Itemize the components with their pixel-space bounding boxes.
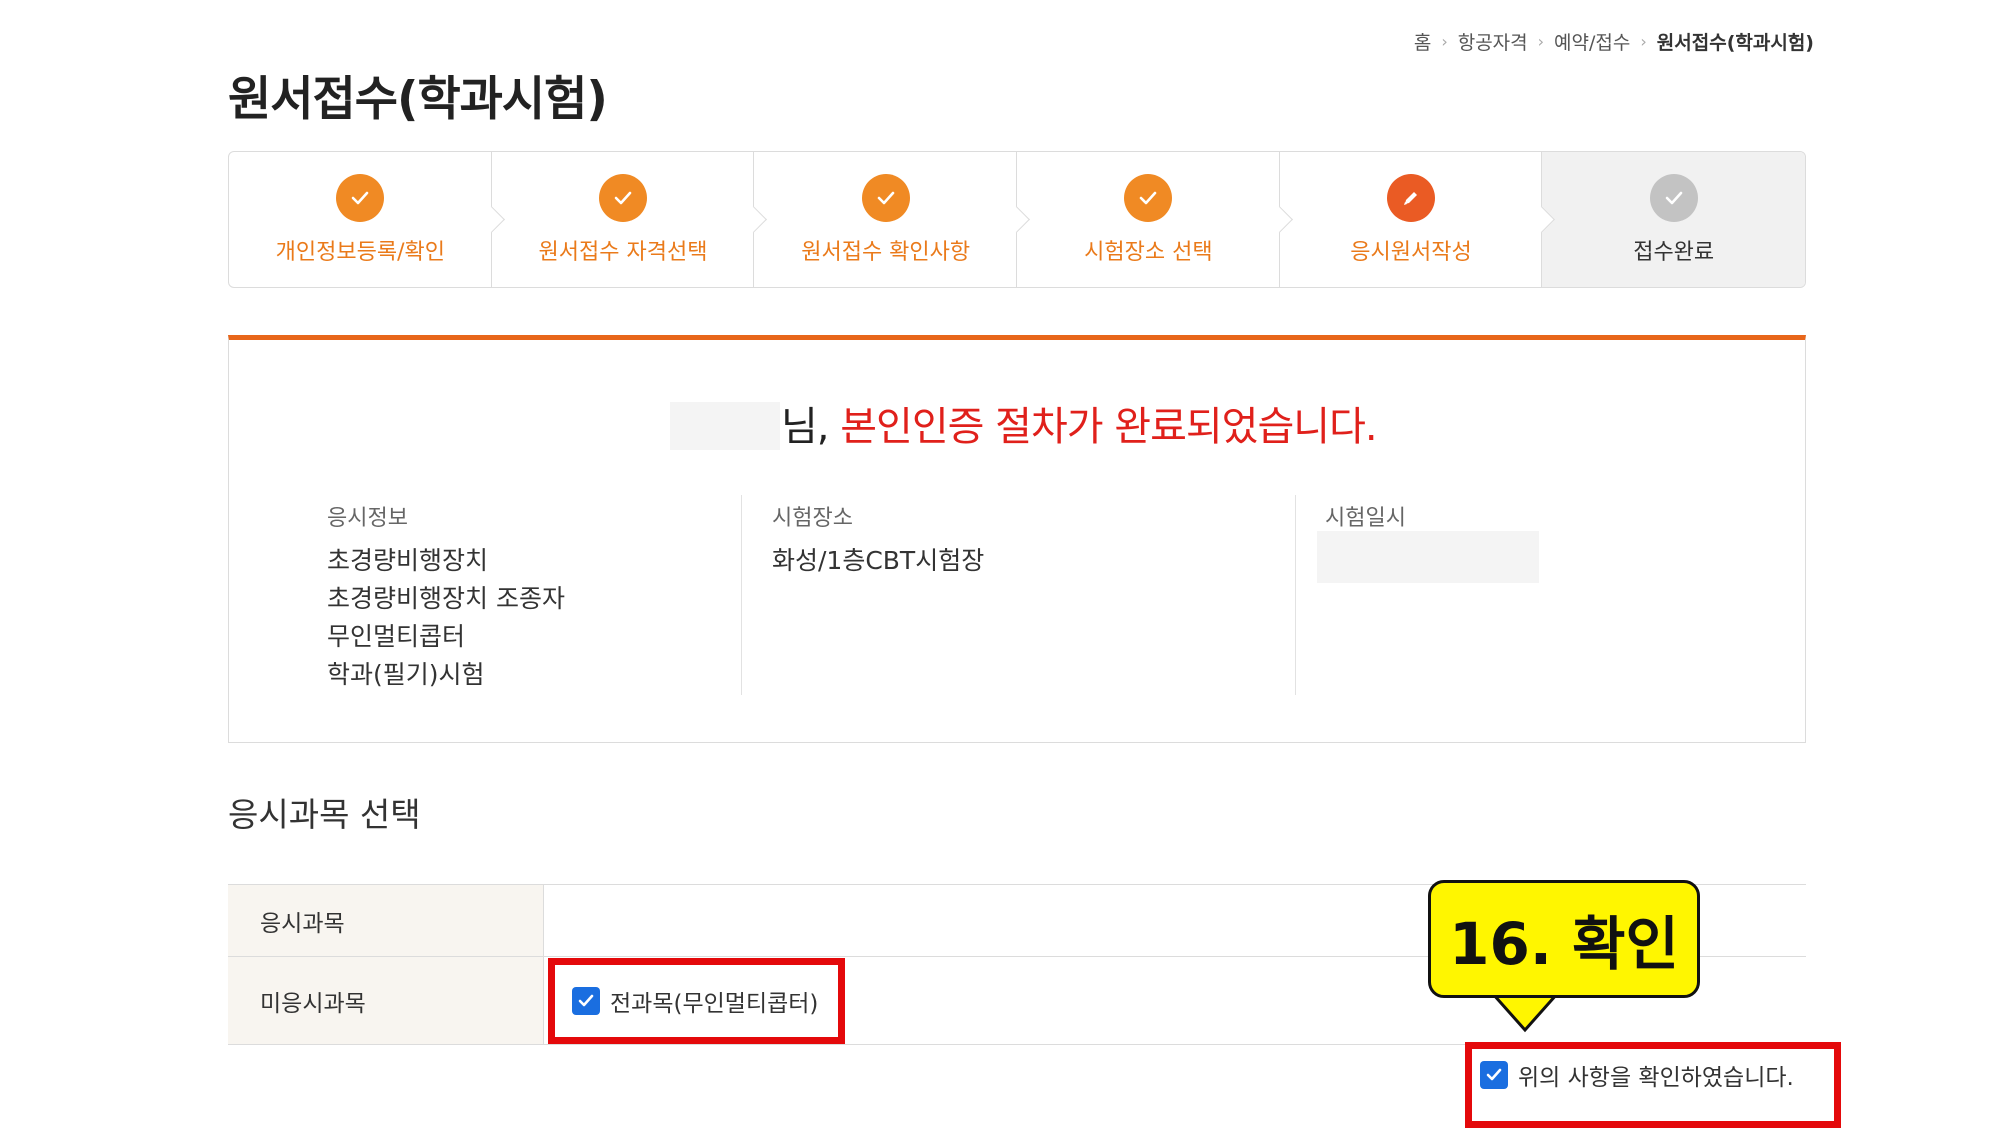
step-label: 원서접수 확인사항 xyxy=(801,239,971,265)
breadcrumb: 홈 › 항공자격 › 예약/접수 › 원서접수(학과시험) xyxy=(1414,28,1814,55)
exam-info-label: 응시정보 xyxy=(327,506,408,531)
column-divider xyxy=(741,495,742,695)
check-icon xyxy=(599,173,647,222)
section-title: 응시과목 선택 xyxy=(228,795,421,834)
page-title: 원서접수(학과시험) xyxy=(228,72,608,127)
headline-message: 본인인증 절차가 완료되었습니다. xyxy=(840,404,1377,450)
check-icon xyxy=(336,173,385,222)
breadcrumb-aviation-qualification[interactable]: 항공자격 xyxy=(1458,28,1528,55)
exam-info-line: 초경량비행장치 xyxy=(327,546,489,575)
step-label: 응시원서작성 xyxy=(1350,239,1472,265)
step-qualification-select: 원서접수 자격선택 xyxy=(492,152,768,287)
user-name-redacted xyxy=(670,402,780,450)
verification-info-panel: 님, 본인인증 절차가 완료되었습니다. 응시정보 초경량비행장치 초경량비행장… xyxy=(228,335,1806,743)
highlight-box xyxy=(548,958,845,1044)
exam-datetime-label: 시험일시 xyxy=(1325,506,1406,531)
step-complete: 접수완료 xyxy=(1542,152,1805,287)
exam-place-label: 시험장소 xyxy=(772,506,853,531)
breadcrumb-reservation[interactable]: 예약/접수 xyxy=(1554,28,1630,55)
exam-info-line: 초경량비행장치 조종자 xyxy=(327,584,565,613)
exam-datetime-redacted xyxy=(1317,531,1539,583)
exam-info-column: 응시정보 초경량비행장치 초경량비행장치 조종자 무인멀티콥터 학과(필기)시험 xyxy=(327,500,565,694)
step-confirm-items: 원서접수 확인사항 xyxy=(754,152,1030,287)
headline-name-suffix: 님, xyxy=(781,404,830,450)
step-application-form: 응시원서작성 xyxy=(1280,152,1556,287)
exam-info-line: 학과(필기)시험 xyxy=(327,660,485,689)
check-icon xyxy=(861,173,910,222)
row-header: 미응시과목 xyxy=(228,957,544,1044)
highlight-box xyxy=(1465,1042,1841,1128)
step-label: 접수완료 xyxy=(1633,239,1715,265)
breadcrumb-current: 원서접수(학과시험) xyxy=(1656,32,1814,54)
column-divider xyxy=(1295,495,1296,695)
exam-place-value: 화성/1층CBT시험장 xyxy=(772,546,985,575)
exam-place-column: 시험장소 화성/1층CBT시험장 xyxy=(772,500,984,580)
callout-pointer xyxy=(1491,994,1559,1033)
row-header: 응시과목 xyxy=(228,885,544,956)
breadcrumb-separator-icon: › xyxy=(1640,32,1647,51)
step-exam-place: 시험장소 선택 xyxy=(1017,152,1293,287)
step-label: 개인정보등록/확인 xyxy=(275,239,445,265)
step-label: 원서접수 자격선택 xyxy=(538,239,708,265)
breadcrumb-separator-icon: › xyxy=(1441,32,1448,51)
callout-label: 16. 확인 xyxy=(1428,880,1700,998)
verification-headline: 님, 본인인증 절차가 완료되었습니다. xyxy=(781,394,1378,452)
check-icon xyxy=(1124,173,1173,222)
breadcrumb-separator-icon: › xyxy=(1537,32,1545,51)
breadcrumb-home[interactable]: 홈 xyxy=(1414,28,1431,55)
step-label: 시험장소 선택 xyxy=(1084,239,1213,265)
check-icon xyxy=(1649,173,1698,222)
step-progress-bar: 개인정보등록/확인 원서접수 자격선택 원서접수 확인사항 시험장소 선택 응시… xyxy=(228,151,1806,288)
pencil-icon xyxy=(1387,173,1436,222)
step-personal-info: 개인정보등록/확인 xyxy=(229,152,505,287)
exam-info-line: 무인멀티콥터 xyxy=(327,622,466,651)
